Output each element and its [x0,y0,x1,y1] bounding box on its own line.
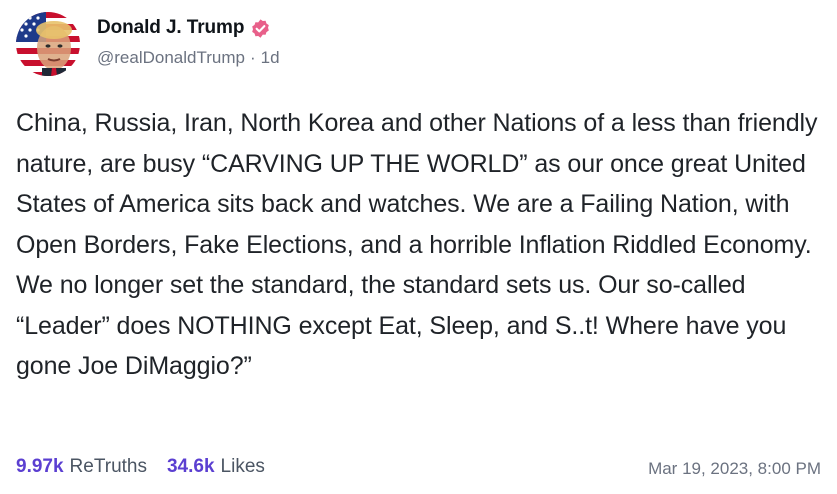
handle-row: @realDonaldTrump · 1d [97,48,280,68]
avatar-image [16,12,80,76]
avatar[interactable] [16,12,80,76]
author-handle[interactable]: @realDonaldTrump [97,48,245,68]
engagement-stats: 9.97k ReTruths 34.6k Likes [16,456,285,478]
post-body-text: China, Russia, Iran, North Korea and oth… [16,109,818,380]
post-card: Donald J. Trump @realDonaldTrump · 1d Ch… [0,0,837,494]
display-name[interactable]: Donald J. Trump [97,17,244,39]
likes-label: Likes [220,456,265,477]
author-name-row: Donald J. Trump [97,14,271,42]
likes-count: 34.6k [166,456,215,477]
meta-separator: · [249,48,256,67]
post-timestamp[interactable]: Mar 19, 2023, 8:00 PM [648,459,821,479]
verified-badge-icon [250,18,271,39]
retruths-label: ReTruths [69,456,147,477]
retruths-count: 9.97k [16,456,64,477]
retruths-stat[interactable]: 9.97k ReTruths [16,456,147,478]
likes-stat[interactable]: 34.6k Likes [167,456,265,478]
relative-time[interactable]: 1d [261,48,280,68]
